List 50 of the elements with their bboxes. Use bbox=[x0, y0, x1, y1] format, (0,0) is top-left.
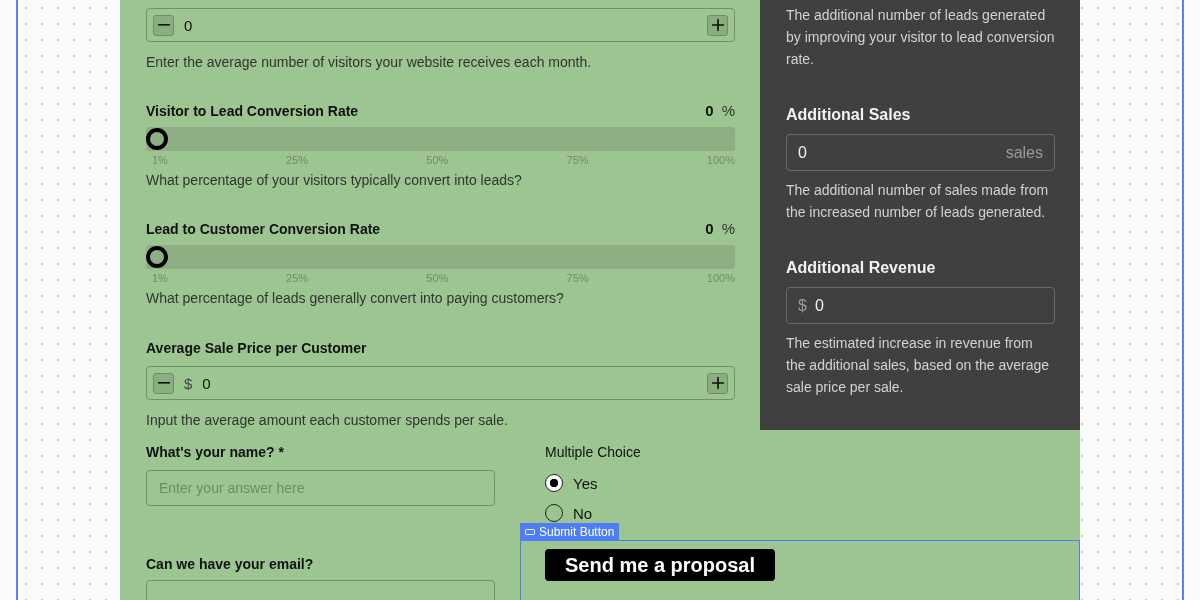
slider-value: 0 bbox=[705, 220, 714, 237]
result-value: 0 bbox=[814, 296, 825, 315]
visitors-stepper-field[interactable]: 0 bbox=[146, 8, 735, 42]
field-value: 0 bbox=[184, 16, 194, 34]
plus-icon bbox=[711, 377, 724, 389]
name-input-field[interactable]: Enter your answer here bbox=[146, 470, 495, 506]
field-value: 0 bbox=[202, 374, 212, 392]
result-heading: Additional Sales bbox=[786, 106, 912, 124]
resize-handle-icon bbox=[525, 528, 535, 535]
help-text: Enter the average number of visitors your website receives each month. bbox=[146, 53, 593, 72]
currency-symbol: $ bbox=[798, 296, 807, 315]
minus-icon bbox=[157, 382, 170, 384]
help-text: Input the average amount each customer spends per sale. bbox=[146, 411, 509, 430]
price-stepper-field[interactable]: $ 0 bbox=[146, 366, 735, 400]
tick-label: 75% bbox=[566, 272, 589, 284]
minus-icon bbox=[157, 24, 170, 26]
unit-label: sales bbox=[1005, 143, 1043, 162]
result-description: The estimated increase in revenue from the additional sales, based on the average sale price per sale. bbox=[786, 334, 1051, 397]
help-text: What percentage of leads generally convert into paying customers? bbox=[146, 289, 565, 308]
field-label: Average Sale Price per Customer bbox=[146, 340, 368, 356]
currency-symbol: $ bbox=[184, 374, 193, 392]
result-description: The additional number of leads generated by improving your visitor to lead conversion rate. bbox=[786, 6, 1055, 69]
result-heading: Additional Revenue bbox=[786, 259, 937, 277]
option-label[interactable]: No bbox=[573, 504, 593, 522]
slider-track[interactable] bbox=[146, 245, 735, 269]
decrement-button[interactable] bbox=[153, 372, 174, 394]
submit-button[interactable]: Send me a proposal bbox=[545, 549, 776, 581]
slider-thumb[interactable] bbox=[146, 246, 168, 268]
decrement-button[interactable] bbox=[153, 14, 174, 36]
result-value: 0 bbox=[798, 143, 808, 162]
unit-label: % bbox=[721, 102, 735, 119]
question-label: Multiple Choice bbox=[545, 444, 642, 460]
slider-label: Lead to Customer Conversion Rate bbox=[146, 220, 381, 237]
unit-label: % bbox=[721, 220, 735, 237]
block-tag-text: Submit Button bbox=[539, 524, 615, 539]
increment-button[interactable] bbox=[707, 14, 728, 36]
slider-value: 0 bbox=[705, 102, 714, 119]
radio-button[interactable] bbox=[545, 474, 563, 492]
slider-label: Visitor to Lead Conversion Rate bbox=[146, 102, 359, 119]
question-label: Can we have your email? bbox=[146, 556, 315, 572]
question-label: What's your name? * bbox=[146, 444, 285, 460]
result-description: The additional number of sales made from the increased number of leads generated. bbox=[786, 181, 1050, 222]
slider-thumb[interactable] bbox=[146, 128, 168, 150]
tick-label: 75% bbox=[566, 154, 589, 166]
option-label[interactable]: Yes bbox=[573, 474, 598, 492]
help-text: What percentage of your visitors typically convert into leads? bbox=[146, 171, 523, 190]
increment-button[interactable] bbox=[707, 372, 728, 394]
slider-track[interactable] bbox=[146, 127, 735, 151]
radio-button[interactable] bbox=[545, 504, 563, 522]
plus-icon bbox=[711, 19, 724, 31]
